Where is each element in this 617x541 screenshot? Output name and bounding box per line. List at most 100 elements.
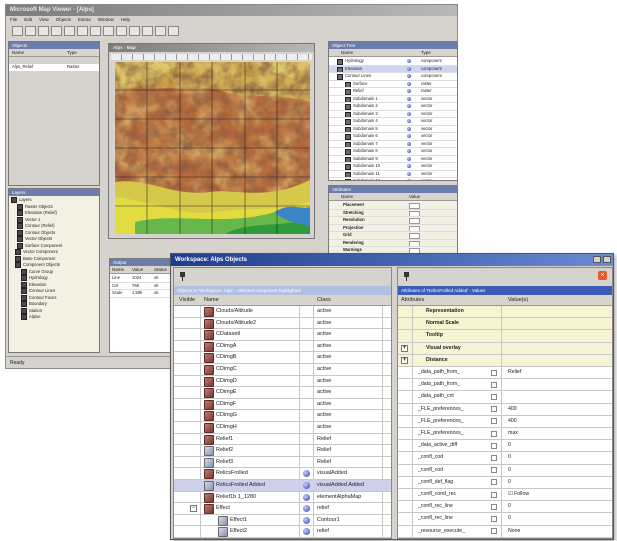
attribute-checkbox[interactable] xyxy=(491,442,497,449)
attribute-row[interactable]: _confl_rec_line 0 xyxy=(398,513,612,526)
pin-icon[interactable] xyxy=(179,272,186,281)
col-visible[interactable]: Visible xyxy=(179,295,195,306)
tree-row[interactable]: Subdomain 10 vector xyxy=(329,163,457,171)
copy-icon[interactable] xyxy=(77,26,88,36)
menu-item[interactable]: Window xyxy=(98,17,114,22)
select-icon[interactable] xyxy=(155,26,166,36)
tree-row[interactable]: Contour Lines component xyxy=(329,73,457,81)
attribute-row[interactable]: _confl_cond_rec ☑ Follow xyxy=(398,489,612,502)
object-row[interactable]: − Effect relief xyxy=(174,503,391,515)
object-row[interactable]: RelicsFrolled visualAdded xyxy=(174,468,391,480)
attribute-checkbox[interactable] xyxy=(491,467,497,474)
attributes-col-name[interactable]: Name xyxy=(341,193,353,201)
attribute-value[interactable]: 0 xyxy=(508,440,511,451)
tree-row[interactable]: Elevation component xyxy=(329,65,457,73)
tree-row[interactable]: Subdomain 9 vector xyxy=(329,156,457,163)
attributes-col-value[interactable]: Value xyxy=(409,193,420,201)
output-row[interactable]: Col 768 ok xyxy=(110,283,176,290)
attribute-value[interactable]: ☑ Follow xyxy=(508,489,529,500)
menu-item[interactable]: Extras xyxy=(78,17,91,22)
paste-icon[interactable] xyxy=(90,26,101,36)
attribute-checkbox[interactable] xyxy=(491,393,497,400)
expand-icon[interactable]: − xyxy=(190,505,197,513)
print-icon[interactable] xyxy=(51,26,62,36)
attribute-row[interactable]: _FLE_preferences_ max xyxy=(398,428,612,441)
objects-col-type[interactable]: Type xyxy=(67,49,77,57)
attribute-checkbox[interactable] xyxy=(491,503,497,510)
object-row[interactable]: CDimgB active xyxy=(174,352,391,364)
close-icon[interactable]: × xyxy=(598,271,607,280)
output-row[interactable]: Line 1024 ok xyxy=(110,275,176,283)
objects-col-name[interactable]: Name xyxy=(12,49,24,57)
front-window-minimize-button[interactable] xyxy=(593,256,601,263)
attribute-checkbox[interactable] xyxy=(491,430,497,437)
attribute-checkbox[interactable] xyxy=(491,454,497,461)
col-values[interactable]: Value(s) xyxy=(508,295,528,306)
object-row[interactable]: CDimgF active xyxy=(174,399,391,411)
attr-row-value[interactable] xyxy=(409,218,420,224)
object-row[interactable]: Clouds/Altitude active xyxy=(174,306,391,318)
attribute-value[interactable]: 400 xyxy=(508,404,517,415)
attribute-row[interactable]: _confl_cod 0 xyxy=(398,452,612,465)
object-tree-col-name[interactable]: Name xyxy=(341,49,353,57)
attr-row[interactable]: Grid xyxy=(329,232,457,240)
attr-row[interactable]: Projection xyxy=(329,225,457,232)
attribute-value[interactable]: 0 xyxy=(508,465,511,476)
tree-item[interactable]: Alpine xyxy=(11,314,99,321)
object-row[interactable]: RelicsFrolled Added visualAdded Added xyxy=(174,480,391,492)
attr-row-value[interactable] xyxy=(409,225,420,232)
object-row[interactable]: Relief3 Relief xyxy=(174,457,391,469)
menu-item[interactable]: Help xyxy=(121,17,130,22)
attribute-value[interactable]: 400 xyxy=(508,416,517,427)
expand-icon[interactable]: + xyxy=(401,356,408,364)
tree-row[interactable]: Subdomain 8 vector xyxy=(329,148,457,156)
attribute-row[interactable]: _confl_rec_line 0 xyxy=(398,501,612,514)
attribute-value[interactable]: 0 xyxy=(508,477,511,488)
attr-row[interactable]: Stretching xyxy=(329,210,457,217)
tree-row[interactable]: Relief raster xyxy=(329,88,457,96)
menu-item[interactable]: Objects xyxy=(56,17,71,22)
object-row[interactable]: Effect1 Contour1 xyxy=(174,515,391,527)
attribute-value[interactable]: 0 xyxy=(508,501,511,512)
pan-icon[interactable] xyxy=(142,26,153,36)
objects-row[interactable]: Alps_Relief Raster xyxy=(9,64,99,71)
object-row[interactable]: Relief1 Relief xyxy=(174,434,391,446)
object-row[interactable]: CDimgA active xyxy=(174,341,391,353)
pin-icon[interactable] xyxy=(403,272,410,281)
save-icon[interactable] xyxy=(38,26,49,36)
tree-row[interactable]: Subdomain 12 vector xyxy=(329,178,457,180)
attribute-row[interactable]: Representation xyxy=(398,306,612,319)
attribute-checkbox[interactable] xyxy=(491,406,497,413)
tree-row[interactable]: Subdomain 11 vector xyxy=(329,171,457,178)
tree-row[interactable]: Subdomain 6 vector xyxy=(329,133,457,141)
attr-row[interactable]: Rendering xyxy=(329,240,457,247)
attribute-row[interactable]: _data_path_from_ Relief xyxy=(398,367,612,380)
output-col-status[interactable]: Status xyxy=(154,266,167,274)
attribute-row[interactable]: _data_path_cnt xyxy=(398,391,612,404)
tree-row[interactable]: Subdomain 4 vector xyxy=(329,118,457,126)
attr-row[interactable]: Placement xyxy=(329,202,457,210)
attribute-value[interactable]: max xyxy=(508,428,518,439)
expand-icon[interactable]: + xyxy=(401,344,408,352)
menu-item[interactable]: View xyxy=(39,17,49,22)
tree-row[interactable]: Hydrology component xyxy=(329,58,457,66)
object-row[interactable]: Effect2 relief xyxy=(174,526,391,538)
new-icon[interactable] xyxy=(12,26,23,36)
menu-item[interactable]: File xyxy=(10,17,17,22)
attribute-row[interactable]: _resource_execute_ None xyxy=(398,525,612,538)
attribute-checkbox[interactable] xyxy=(491,418,497,425)
open-icon[interactable] xyxy=(25,26,36,36)
attribute-checkbox[interactable] xyxy=(491,491,497,498)
relief-map[interactable] xyxy=(115,62,310,234)
attribute-row[interactable]: _FLE_preferences_ 400 xyxy=(398,403,612,416)
attribute-value[interactable]: None xyxy=(508,526,520,537)
attribute-row[interactable]: + Distance xyxy=(398,354,612,367)
attribute-checkbox[interactable] xyxy=(491,381,497,388)
object-row[interactable]: Relief2 Relief xyxy=(174,445,391,457)
attribute-row[interactable]: _confl_def_flag 0 xyxy=(398,476,612,489)
output-col-value[interactable]: Value xyxy=(132,266,143,274)
attribute-row[interactable]: Tooltip xyxy=(398,330,612,343)
attribute-value[interactable]: 0 xyxy=(508,513,511,524)
attribute-row[interactable]: _data_active_diff 0 xyxy=(398,440,612,453)
attribute-checkbox[interactable] xyxy=(491,528,497,535)
